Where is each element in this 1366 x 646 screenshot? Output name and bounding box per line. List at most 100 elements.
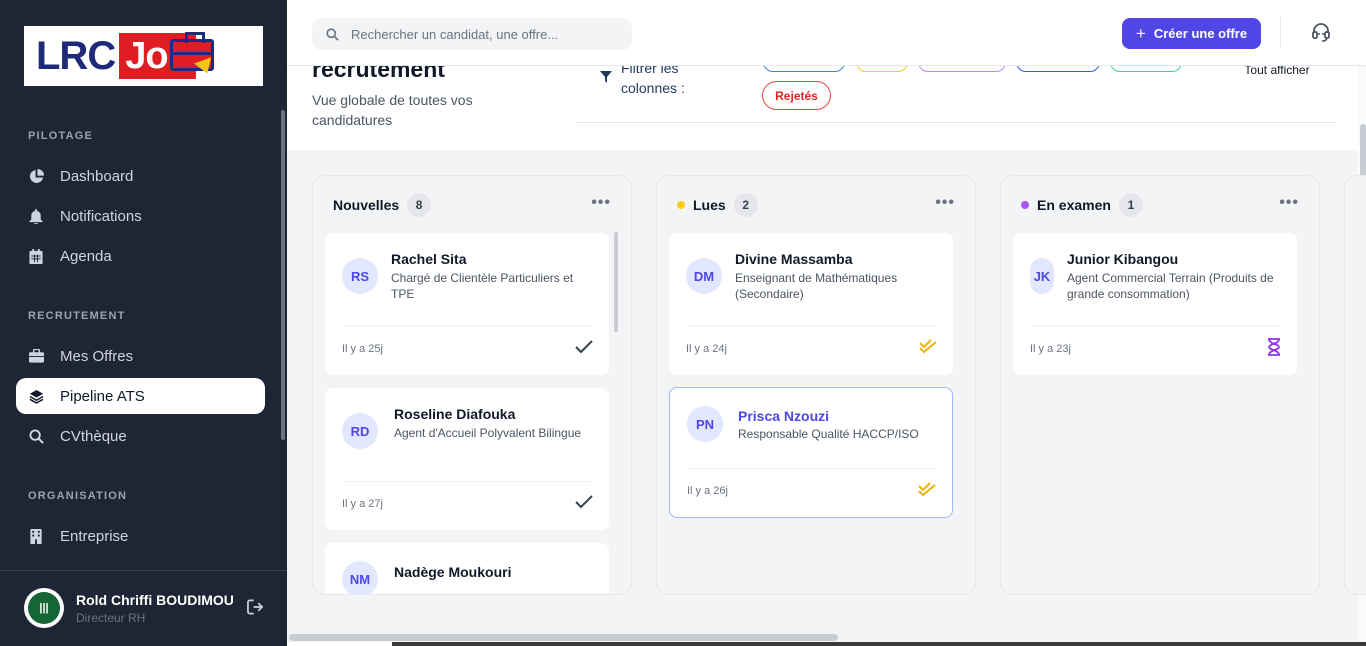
column-title: Nouvelles <box>333 197 400 213</box>
column-header: Nouvelles 8 <box>333 193 432 217</box>
avatar[interactable]: ||| <box>24 588 64 628</box>
column-title: Lues <box>693 197 726 213</box>
sidebar-item-agenda[interactable]: Agenda <box>16 238 265 274</box>
column-count-badge: 2 <box>733 193 758 217</box>
sidebar-scrollbar[interactable] <box>281 110 285 440</box>
filter-chip-rejetes[interactable]: Rejetés <box>762 81 831 110</box>
candidate-name: Nadège Moukouri <box>394 564 512 580</box>
candidate-job-title: Chargé de Clientèle Particuliers et TPE <box>391 271 574 301</box>
column-header: En examen 1 <box>1021 193 1143 217</box>
briefcase-icon <box>28 348 44 364</box>
create-offer-button[interactable]: + Créer une offre <box>1122 18 1261 49</box>
calendar-icon <box>28 248 44 264</box>
candidate-card[interactable]: RD Roseline Diafouka Agent d'Accueil Pol… <box>325 388 609 530</box>
time-ago: Il y a 24j <box>686 343 727 355</box>
page-title: recrutement <box>312 66 445 82</box>
time-ago: Il y a 27j <box>342 498 383 510</box>
candidate-job-title: Enseignant de Mathématiques (Secondaire) <box>735 271 898 301</box>
divider <box>686 325 936 326</box>
avatar-emblem-icon: ||| <box>28 592 60 624</box>
page-subtitle: Vue globale de toutes vos candidatures <box>312 92 473 128</box>
pipeline-column-partial <box>1344 175 1366 595</box>
divider <box>1030 325 1280 326</box>
more-options-icon[interactable]: ••• <box>935 194 955 212</box>
filter-chip-entretien[interactable] <box>1016 66 1100 72</box>
user-name: Rold Chriffi BOUDIMOU <box>76 592 234 608</box>
time-ago: Il y a 23j <box>1030 343 1071 355</box>
section-title-organisation: ORGANISATION <box>28 490 128 502</box>
filter-chip-retenues[interactable] <box>1110 66 1182 72</box>
sidebar-item-cvtheque[interactable]: CVthèque <box>16 418 265 454</box>
avatar: RD <box>342 413 378 449</box>
more-options-icon[interactable]: ••• <box>1279 194 1299 212</box>
search-box[interactable] <box>312 18 632 50</box>
filter-chip-lues[interactable] <box>856 66 908 72</box>
time-ago: Il y a 25j <box>342 343 383 355</box>
candidate-name[interactable]: Prisca Nzouzi <box>738 408 829 424</box>
column-title: En examen <box>1037 197 1111 213</box>
candidate-card[interactable]: NM Nadège Moukouri <box>325 543 609 594</box>
sidebar-item-label: CVthèque <box>60 427 127 445</box>
divider <box>342 481 592 482</box>
column-count-badge: 8 <box>407 193 432 217</box>
divider <box>1280 17 1281 49</box>
more-options-icon[interactable]: ••• <box>591 194 611 212</box>
column-scrollbar[interactable] <box>614 232 618 332</box>
sidebar-item-label: Dashboard <box>60 167 134 185</box>
logout-icon[interactable] <box>247 599 264 620</box>
section-title-recrutement: RECRUTEMENT <box>28 310 126 322</box>
sidebar-item-label: Pipeline ATS <box>60 387 145 405</box>
building-icon <box>28 528 44 544</box>
hourglass-icon <box>1267 338 1281 361</box>
candidate-card[interactable]: RS Rachel Sita Chargé de Clientèle Parti… <box>325 233 609 375</box>
avatar: RS <box>342 258 378 294</box>
candidate-job-title: Agent d'Accueil Polyvalent Bilingue <box>394 426 582 440</box>
page-header: recrutement Vue globale de toutes vos ca… <box>287 66 1358 150</box>
pie-chart-icon <box>28 168 44 184</box>
avatar: PN <box>687 406 723 442</box>
logo[interactable]: LRC Job <box>24 26 263 86</box>
candidate-card[interactable]: JK Junior Kibangou Agent Commercial Terr… <box>1013 233 1297 375</box>
show-all-button[interactable]: Tout afficher <box>1237 66 1317 78</box>
column-header: Lues 2 <box>677 193 758 217</box>
bottom-strip <box>287 642 1366 646</box>
search-icon <box>326 27 339 41</box>
avatar: NM <box>342 561 378 594</box>
sidebar-item-entreprise[interactable]: Entreprise <box>16 518 265 554</box>
candidate-card[interactable]: DM Divine Massamba Enseignant de Mathéma… <box>669 233 953 375</box>
section-title-pilotage: PILOTAGE <box>28 130 94 142</box>
candidate-name: Roseline Diafouka <box>394 406 516 422</box>
user-role: Directeur RH <box>76 611 146 625</box>
sidebar-item-label: Mes Offres <box>60 347 134 365</box>
logo-text-lrc: LRC <box>36 33 116 78</box>
search-input[interactable] <box>351 26 621 42</box>
time-ago: Il y a 26j <box>687 485 728 497</box>
check-icon <box>575 340 593 359</box>
logo-text-job: Job <box>119 32 214 79</box>
sidebar-item-label: Notifications <box>60 207 142 225</box>
sidebar-item-label: Agenda <box>60 247 112 265</box>
pipeline-column-en-examen: En examen 1 ••• JK Junior Kibangou Agent… <box>1000 175 1320 595</box>
search-icon <box>28 428 44 444</box>
horizontal-scrollbar[interactable] <box>289 634 838 641</box>
candidate-card[interactable]: PN Prisca Nzouzi Responsable Qualité HAC… <box>669 387 953 518</box>
bell-icon <box>28 208 44 224</box>
pipeline-column-nouvelles: Nouvelles 8 ••• RS Rachel Sita Chargé de… <box>312 175 632 595</box>
status-dot <box>677 201 685 209</box>
sidebar-item-mes-offres[interactable]: Mes Offres <box>16 338 265 374</box>
sidebar: LRC Job PILOTAGE Dashboard Notifications… <box>0 0 287 646</box>
layers-icon <box>28 388 44 404</box>
sidebar-item-dashboard[interactable]: Dashboard <box>16 158 265 194</box>
sidebar-item-pipeline-ats[interactable]: Pipeline ATS <box>16 378 265 414</box>
filter-label: Filtrer les colonnes : <box>621 66 685 96</box>
candidate-name: Divine Massamba <box>735 251 853 267</box>
create-offer-label: Créer une offre <box>1153 26 1248 41</box>
topbar: + Créer une offre <box>287 0 1366 66</box>
check-icon <box>575 495 593 514</box>
filter-chip-en-examen[interactable] <box>918 66 1006 72</box>
divider <box>576 122 1336 123</box>
sidebar-item-notifications[interactable]: Notifications <box>16 198 265 234</box>
column-count-badge: 1 <box>1118 193 1143 217</box>
filter-chip-nouvelles[interactable] <box>763 66 845 72</box>
headset-icon[interactable] <box>1311 22 1331 47</box>
